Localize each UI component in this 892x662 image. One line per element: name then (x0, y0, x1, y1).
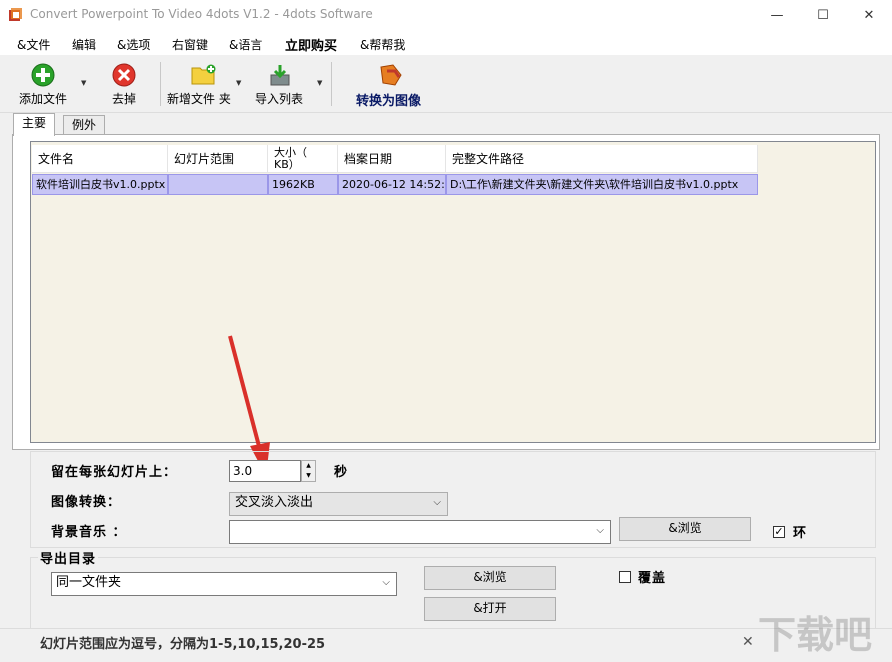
new-folder-button[interactable]: 新增文件 夹 (167, 90, 231, 107)
loop-checkbox[interactable]: ✓ (773, 526, 785, 538)
duration-stepper[interactable]: ▲ ▼ (301, 460, 316, 482)
overwrite-label: 覆盖 (638, 571, 667, 586)
app-icon (9, 8, 22, 21)
import-list-button[interactable]: 导入列表 (255, 90, 303, 107)
output-folder-select[interactable]: 同一文件夹 ⌵ (51, 572, 397, 596)
menu-help[interactable]: &帮帮我 (360, 36, 405, 53)
convert-to-image-button[interactable]: 转换为图像 (356, 90, 421, 109)
stay-duration-label: 留在每张幻灯片上： (51, 465, 178, 480)
overwrite-checkbox[interactable] (619, 571, 631, 583)
table-row-filename[interactable]: 软件培训白皮书v1.0.pptx (32, 174, 168, 195)
column-header-full-path[interactable]: 完整文件路径 (446, 145, 758, 173)
import-list-icon[interactable] (268, 63, 292, 87)
add-file-button[interactable]: 添加文件 (19, 90, 67, 107)
chevron-down-icon: ⌵ (596, 525, 604, 536)
loop-label: 环 (793, 526, 808, 541)
toolbar-separator (160, 62, 161, 106)
convert-icon[interactable] (379, 63, 405, 87)
output-browse-button[interactable]: &浏览 (424, 566, 556, 590)
music-select[interactable]: ⌵ (229, 520, 611, 544)
menu-right-window[interactable]: 右窗键 (172, 36, 208, 53)
folder-add-icon[interactable] (191, 64, 217, 86)
maximize-button[interactable]: ☐ (800, 0, 846, 31)
transition-select-value: 交叉淡入淡出 (235, 495, 314, 510)
chevron-down-icon[interactable]: ▼ (81, 79, 86, 87)
toolbar-separator (331, 62, 332, 106)
column-header-size[interactable]: 大小（ KB） (268, 145, 338, 173)
remove-icon[interactable] (112, 63, 136, 87)
chevron-down-icon: ⌵ (433, 497, 441, 508)
tab-main[interactable]: 主要 (13, 113, 56, 136)
chevron-down-icon[interactable]: ▼ (236, 79, 241, 87)
chevron-down-icon[interactable]: ▼ (317, 79, 322, 87)
stay-duration-input[interactable]: 3.0 (229, 460, 301, 482)
add-icon[interactable] (31, 63, 55, 87)
seconds-unit-label: 秒 (334, 465, 349, 480)
transition-label: 图像转换： (51, 495, 122, 510)
table-row-slide-range[interactable] (168, 174, 268, 195)
music-browse-button[interactable]: &浏览 (619, 517, 751, 541)
chevron-down-icon: ⌵ (382, 577, 390, 588)
output-folder-value: 同一文件夹 (56, 575, 122, 590)
table-row-full-path[interactable]: D:\工作\新建文件夹\新建文件夹\软件培训白皮书v1.0.pptx (446, 174, 758, 195)
column-header-slide-range[interactable]: 幻灯片范围 (168, 145, 268, 173)
watermark-logo: 下载吧 (758, 613, 873, 657)
menu-file[interactable]: &文件 (17, 36, 50, 53)
music-label: 背景音乐 ： (51, 525, 127, 540)
minimize-button[interactable]: — (754, 0, 800, 31)
menu-options[interactable]: &选项 (117, 36, 150, 53)
close-button[interactable]: ✕ (846, 0, 892, 31)
window-title: Convert Powerpoint To Video 4dots V1.2 -… (30, 7, 373, 21)
column-header-date[interactable]: 档案日期 (338, 145, 446, 173)
transition-select[interactable]: 交叉淡入淡出 ⌵ (229, 492, 448, 516)
table-row-size[interactable]: 1962KB (268, 174, 338, 195)
table-row-date[interactable]: 2020-06-12 14:52:12 (338, 174, 446, 195)
menu-language[interactable]: &语言 (229, 36, 262, 53)
tab-exceptions[interactable]: 例外 (63, 115, 106, 135)
status-hint: 幻灯片范围应为逗号，分隔为1-5,10,15,20-25 (40, 637, 326, 652)
menu-buy-now[interactable]: 立即购买 (285, 35, 337, 54)
column-header-filename[interactable]: 文件名 (32, 145, 168, 173)
remove-button[interactable]: 去掉 (112, 90, 136, 107)
output-open-button[interactable]: &打开 (424, 597, 556, 621)
output-folder-label: 导出目录 (38, 548, 99, 567)
menu-edit[interactable]: 编辑 (72, 36, 96, 53)
close-icon[interactable]: ✕ (742, 634, 754, 650)
